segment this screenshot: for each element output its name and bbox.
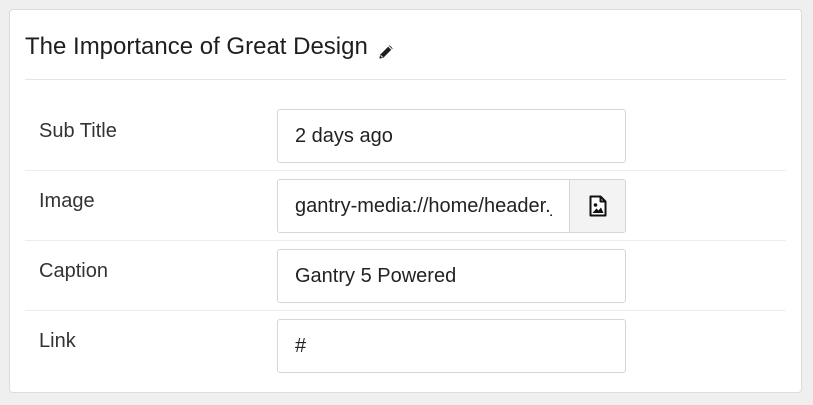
- form-row-link: Link: [25, 311, 786, 381]
- link-input[interactable]: [277, 319, 626, 373]
- image-label: Image: [39, 190, 95, 212]
- card-header: The Importance of Great Design: [10, 10, 801, 80]
- form-row-subtitle: Sub Title: [25, 101, 786, 171]
- panel-title-text: The Importance of Great Design: [25, 33, 368, 60]
- form-row-image: Image: [25, 171, 786, 241]
- image-field-group: [277, 179, 626, 233]
- caption-input[interactable]: [277, 249, 626, 303]
- image-input[interactable]: [278, 180, 569, 232]
- particle-settings-card: The Importance of Great Design Sub Title…: [9, 9, 802, 393]
- header-divider: [25, 79, 786, 80]
- subtitle-input[interactable]: [277, 109, 626, 163]
- subtitle-label: Sub Title: [39, 120, 117, 142]
- pencil-icon[interactable]: [378, 39, 394, 59]
- settings-form: Sub Title Image Caption: [25, 101, 786, 381]
- form-row-caption: Caption: [25, 241, 786, 311]
- image-file-icon: [589, 195, 606, 217]
- panel-title: The Importance of Great Design: [25, 33, 394, 61]
- caption-label: Caption: [39, 260, 108, 282]
- image-picker-button[interactable]: [569, 180, 625, 232]
- link-label: Link: [39, 330, 76, 352]
